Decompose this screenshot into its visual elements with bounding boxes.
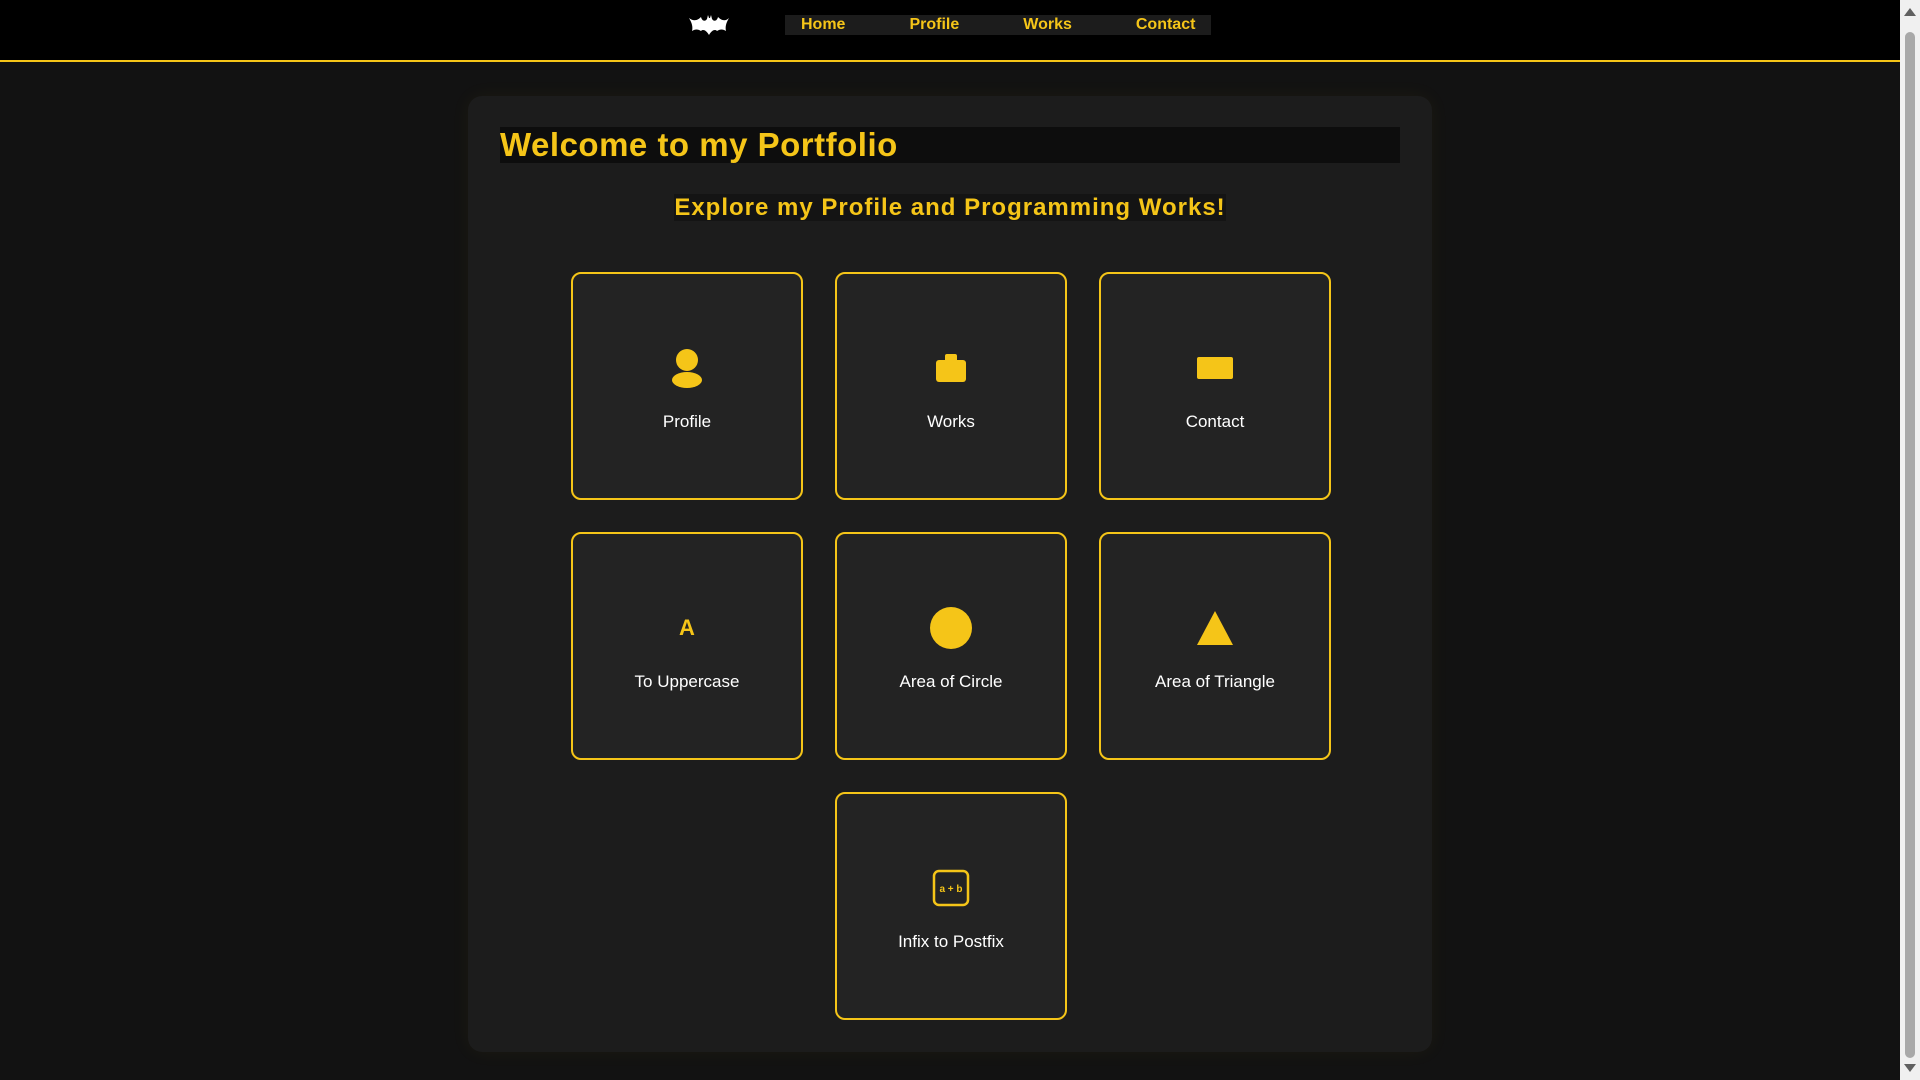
card-label: Infix to Postfix xyxy=(898,932,1004,951)
card-works[interactable]: Works xyxy=(835,272,1067,500)
nav-links: Home Profile Works Contact xyxy=(785,15,1212,35)
page-subtitle-text: Explore my Profile and Programming Works… xyxy=(674,194,1226,221)
vertical-scrollbar[interactable] xyxy=(1900,0,1920,1080)
nav-link-profile[interactable]: Profile xyxy=(893,15,975,35)
main-container: Welcome to my Portfolio Explore my Profi… xyxy=(468,96,1432,1052)
card-label: Contact xyxy=(1185,412,1245,431)
card-contact[interactable]: Contact xyxy=(1099,272,1331,500)
circle-icon xyxy=(837,606,1065,650)
card-label: Area of Triangle xyxy=(1154,672,1275,691)
page-subtitle: Explore my Profile and Programming Works… xyxy=(468,192,1432,224)
scroll-thumb[interactable] xyxy=(1905,32,1915,1058)
card-infix-to-postfix[interactable]: a + b Infix to Postfix xyxy=(835,792,1067,1020)
page-title: Welcome to my Portfolio xyxy=(500,126,898,163)
card-label: To Uppercase xyxy=(634,672,740,691)
card-label: Area of Circle xyxy=(899,672,1003,691)
briefcase-icon xyxy=(837,346,1065,390)
card-label: Profile xyxy=(662,412,712,431)
bat-logo-icon[interactable] xyxy=(688,12,730,36)
card-to-uppercase[interactable]: A To Uppercase xyxy=(571,532,803,760)
nav-link-works[interactable]: Works xyxy=(1007,15,1088,35)
card-label: Works xyxy=(927,412,975,431)
navbar: Home Profile Works Contact xyxy=(0,0,1900,62)
card-area-of-triangle[interactable]: Area of Triangle xyxy=(1099,532,1331,760)
formula-icon: a + b xyxy=(837,866,1065,910)
nav-link-home[interactable]: Home xyxy=(785,15,861,35)
card-profile[interactable]: Profile xyxy=(571,272,803,500)
letter-a-icon: A xyxy=(573,606,801,650)
triangle-icon xyxy=(1101,606,1329,650)
formula-text: a + b xyxy=(939,884,962,895)
page-title-bar: Welcome to my Portfolio xyxy=(500,127,1400,163)
user-icon xyxy=(573,346,801,390)
card-area-of-circle[interactable]: Area of Circle xyxy=(835,532,1067,760)
letter-a-glyph: A xyxy=(679,615,695,640)
scroll-down-arrow-icon[interactable] xyxy=(1904,1064,1916,1072)
nav-link-contact[interactable]: Contact xyxy=(1120,15,1212,35)
scroll-up-arrow-icon[interactable] xyxy=(1904,8,1916,16)
envelope-icon xyxy=(1101,346,1329,390)
